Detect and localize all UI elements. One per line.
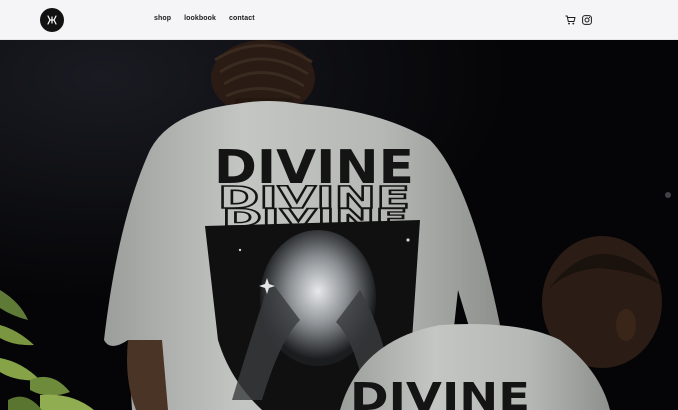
main-nav: shop lookbook contact bbox=[154, 15, 255, 22]
hero-image: DIVINE DIVINE DIVINE DIVINE DIVINE bbox=[0, 40, 678, 410]
bokeh-light bbox=[665, 192, 671, 198]
header-icons bbox=[565, 15, 592, 25]
instagram-icon[interactable] bbox=[582, 15, 592, 25]
brand-monogram-icon bbox=[47, 15, 57, 25]
cart-icon[interactable] bbox=[565, 15, 576, 25]
brand-logo[interactable] bbox=[40, 8, 64, 32]
nav-contact-link[interactable]: contact bbox=[229, 15, 255, 22]
page: shop lookbook contact DIVINE DIVINE DIVI… bbox=[0, 0, 678, 410]
nav-lookbook-link[interactable]: lookbook bbox=[184, 15, 216, 22]
second-print-text-divine: DIVINE bbox=[350, 375, 530, 410]
site-header: shop lookbook contact bbox=[0, 0, 678, 40]
nav-shop-link[interactable]: shop bbox=[154, 15, 171, 22]
